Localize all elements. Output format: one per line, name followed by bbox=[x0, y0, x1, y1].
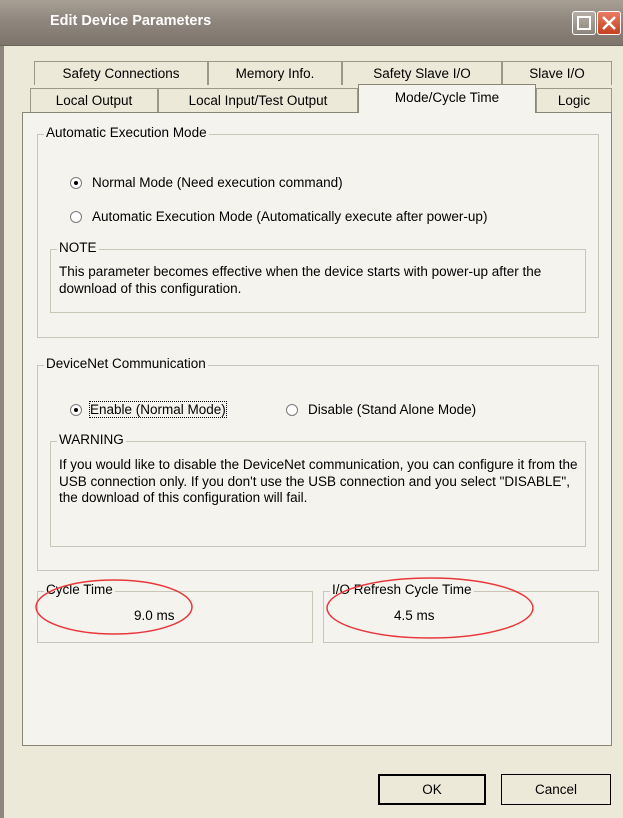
annotation-overlay bbox=[35, 577, 534, 639]
tab-mode-cycle-time[interactable]: Mode/Cycle Time bbox=[358, 84, 536, 113]
io-refresh-annotation-ellipse bbox=[326, 577, 534, 639]
ok-button[interactable]: OK bbox=[378, 774, 486, 805]
cycle-time-annotation-ellipse bbox=[35, 579, 193, 635]
cancel-button[interactable]: Cancel bbox=[501, 774, 611, 805]
edit-device-parameters-dialog: Edit Device Parameters Safety Connection… bbox=[0, 0, 623, 818]
